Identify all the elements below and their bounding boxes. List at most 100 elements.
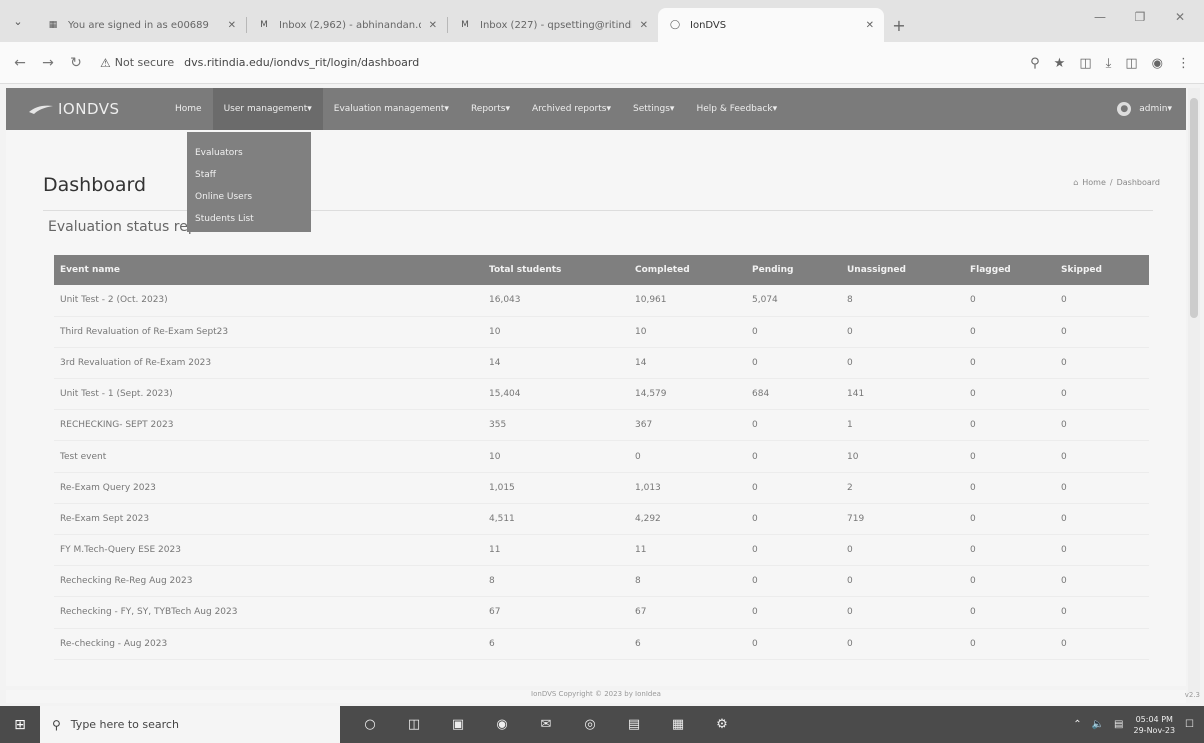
table-cell: 0 [964, 347, 1055, 380]
table-row: Test event 10 0 0 10 0 0 [54, 440, 1149, 473]
close-window-icon[interactable]: ✕ [1160, 0, 1200, 34]
dropdown-item-online-users[interactable]: Online Users [187, 186, 311, 208]
col-skipped: Skipped [1055, 255, 1149, 285]
browser-tab-inbox-1[interactable]: M Inbox (2,962) - abhinandan.dc ✕ [247, 8, 447, 42]
breadcrumb-home[interactable]: Home [1082, 178, 1106, 187]
chrome-icon[interactable]: ◎ [578, 713, 602, 737]
page-scrollbar[interactable] [1188, 88, 1200, 692]
table-cell: 0 [964, 565, 1055, 598]
close-tab-icon[interactable]: ✕ [429, 20, 437, 31]
table-row: 3rd Revaluation of Re-Exam 2023 14 14 0 0 0 0 [54, 347, 1149, 380]
cortana-circle-icon[interactable]: ○ [358, 713, 382, 737]
table-cell: 0 [964, 596, 1055, 629]
table-cell: 0 [964, 409, 1055, 442]
home-icon: ⌂ [1073, 178, 1079, 187]
photos-icon[interactable]: ▤ [622, 713, 646, 737]
close-tab-icon[interactable]: ✕ [866, 20, 874, 31]
table-row: FY M.Tech-Query ESE 2023 11 11 0 0 0 0 [54, 534, 1149, 567]
table-cell: 10 [483, 316, 629, 348]
browser-tab-iondvs[interactable]: ◯ IonDVS ✕ [658, 8, 884, 42]
browser-tab-signed-in[interactable]: ▦ You are signed in as e00689 ✕ [36, 8, 246, 42]
taskbar-search[interactable]: ⚲ Type here to search [40, 706, 340, 743]
user-menu[interactable]: ● admin ▾ [1117, 88, 1172, 130]
table-cell: 15,404 [483, 378, 629, 411]
reload-icon[interactable]: ↻ [62, 55, 90, 71]
new-tab-plus-icon[interactable]: + [884, 8, 914, 42]
table-cell: 6 [629, 628, 746, 660]
windows-start-icon[interactable]: ⊞ [0, 706, 40, 743]
omnibox[interactable]: ⚠ Not secure dvs.ritindia.edu/iondvs_rit… [100, 56, 419, 70]
task-view-icon[interactable]: ◫ [402, 713, 426, 737]
table-cell: 0 [841, 347, 964, 380]
event-name-cell: Re-checking - Aug 2023 [54, 628, 483, 660]
mail-icon[interactable]: ✉ [534, 713, 558, 737]
app-icon[interactable]: ⚙ [710, 713, 734, 737]
tray-chevron-up-icon[interactable]: ⌃ [1073, 719, 1081, 730]
caret-down-icon: ▾ [505, 104, 511, 114]
gmail-icon: M [461, 20, 469, 30]
col-total-students: Total students [483, 255, 629, 285]
table-header-row: Event name Total students Completed Pend… [54, 255, 1149, 285]
maximize-icon[interactable]: ❐ [1120, 0, 1160, 34]
event-name-cell: Third Revaluation of Re-Exam Sept23 [54, 316, 483, 348]
nav-help-feedback[interactable]: Help & Feedback ▾ [685, 88, 788, 130]
table-cell: 367 [629, 409, 746, 442]
notifications-icon[interactable]: ☐ [1185, 719, 1194, 730]
dropdown-item-evaluators[interactable]: Evaluators [187, 142, 311, 164]
bookmark-star-icon[interactable]: ★ [1054, 56, 1066, 71]
table-cell: 16,043 [483, 285, 629, 317]
breadcrumb-dashboard: Dashboard [1116, 178, 1160, 187]
edge-browser-icon[interactable]: ◉ [490, 713, 514, 737]
table-cell: 2 [841, 472, 964, 504]
office-icon[interactable]: ▦ [666, 713, 690, 737]
forward-arrow-icon[interactable]: → [34, 55, 62, 71]
close-tab-icon[interactable]: ✕ [228, 20, 236, 31]
brand-logo[interactable]: IONDVS [28, 100, 164, 118]
nav-home[interactable]: Home [164, 88, 213, 130]
search-icon: ⚲ [52, 717, 61, 732]
taskbar-clock[interactable]: 05:04 PM 29-Nov-23 [1134, 714, 1176, 736]
close-tab-icon[interactable]: ✕ [640, 20, 648, 31]
more-menu-icon[interactable]: ⋮ [1177, 56, 1190, 71]
table-cell: 0 [746, 316, 841, 348]
dropdown-item-students-list[interactable]: Students List [187, 208, 311, 230]
event-name-cell: Re-Exam Query 2023 [54, 472, 483, 504]
table-cell: 8 [483, 565, 629, 598]
col-pending: Pending [746, 255, 841, 285]
breadcrumb: ⌂ Home / Dashboard [1073, 178, 1160, 187]
table-cell: 6 [483, 628, 629, 660]
nav-evaluation-management[interactable]: Evaluation management ▾ [323, 88, 460, 130]
scrollbar-thumb[interactable] [1190, 98, 1198, 318]
dropdown-item-staff[interactable]: Staff [187, 164, 311, 186]
profile-avatar-icon[interactable]: ◉ [1152, 56, 1163, 71]
browser-tab-strip: ⌄ ▦ You are signed in as e00689 ✕ M Inbo… [0, 0, 1204, 42]
table-cell: 0 [964, 440, 1055, 473]
col-completed: Completed [629, 255, 746, 285]
page-title: Dashboard [43, 174, 147, 196]
table-row: Re-Exam Sept 2023 4,511 4,292 0 719 0 0 [54, 503, 1149, 536]
table-cell: 1,013 [629, 472, 746, 504]
network-icon[interactable]: ▤ [1114, 719, 1123, 730]
tab-list-chevron-icon[interactable]: ⌄ [0, 0, 36, 42]
nav-reports[interactable]: Reports ▾ [460, 88, 521, 130]
table-cell: 11 [483, 534, 629, 567]
volume-icon[interactable]: 🔈 [1092, 719, 1104, 730]
side-panel-icon[interactable]: ◫ [1125, 56, 1137, 71]
browser-tab-inbox-2[interactable]: M Inbox (227) - qpsetting@ritindi ✕ [448, 8, 658, 42]
nav-settings[interactable]: Settings ▾ [622, 88, 685, 130]
address-bar: ← → ↻ ⚠ Not secure dvs.ritindia.edu/iond… [0, 42, 1204, 84]
nav-user-management[interactable]: User management ▾ [212, 88, 323, 130]
extensions-puzzle-icon[interactable]: ◫ [1079, 56, 1091, 71]
zoom-magnifier-icon[interactable]: ⚲ [1030, 56, 1040, 71]
dashboard-page: Dashboard ⌂ Home / Dashboard Evaluation … [6, 130, 1186, 686]
table-cell: 67 [483, 596, 629, 629]
nav-archived-reports[interactable]: Archived reports ▾ [521, 88, 622, 130]
caret-down-icon: ▾ [669, 104, 675, 114]
table-cell: 0 [1055, 347, 1149, 380]
event-name-cell: Unit Test - 1 (Sept. 2023) [54, 378, 483, 411]
download-icon[interactable]: ⤓ [1106, 56, 1112, 71]
back-arrow-icon[interactable]: ← [6, 55, 34, 71]
minimize-icon[interactable]: — [1080, 0, 1120, 34]
store-icon[interactable]: ▣ [446, 713, 470, 737]
table-cell: 0 [746, 472, 841, 504]
